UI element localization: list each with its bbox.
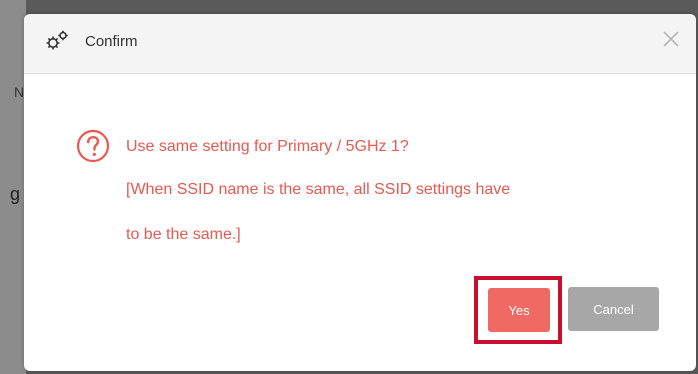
close-icon[interactable] bbox=[660, 28, 682, 50]
gears-icon bbox=[44, 29, 70, 55]
background-text-fragment: N bbox=[14, 84, 25, 100]
message-line: to be the same.] bbox=[126, 226, 241, 243]
message-line: Use same setting for Primary / 5GHz 1? bbox=[126, 138, 409, 155]
dialog-title: Confirm bbox=[85, 33, 138, 50]
yes-button[interactable]: Yes bbox=[488, 288, 550, 332]
confirm-dialog: Confirm Use same setting for Primary / 5… bbox=[24, 14, 696, 371]
cancel-button[interactable]: Cancel bbox=[568, 287, 659, 331]
dialog-message: Use same setting for Primary / 5GHz 1? [… bbox=[126, 129, 666, 246]
question-circle-icon bbox=[76, 129, 110, 163]
message-line: [When SSID name is the same, all SSID se… bbox=[126, 181, 511, 198]
background-text-fragment: g bbox=[10, 184, 21, 204]
dialog-header: Confirm bbox=[24, 14, 696, 74]
